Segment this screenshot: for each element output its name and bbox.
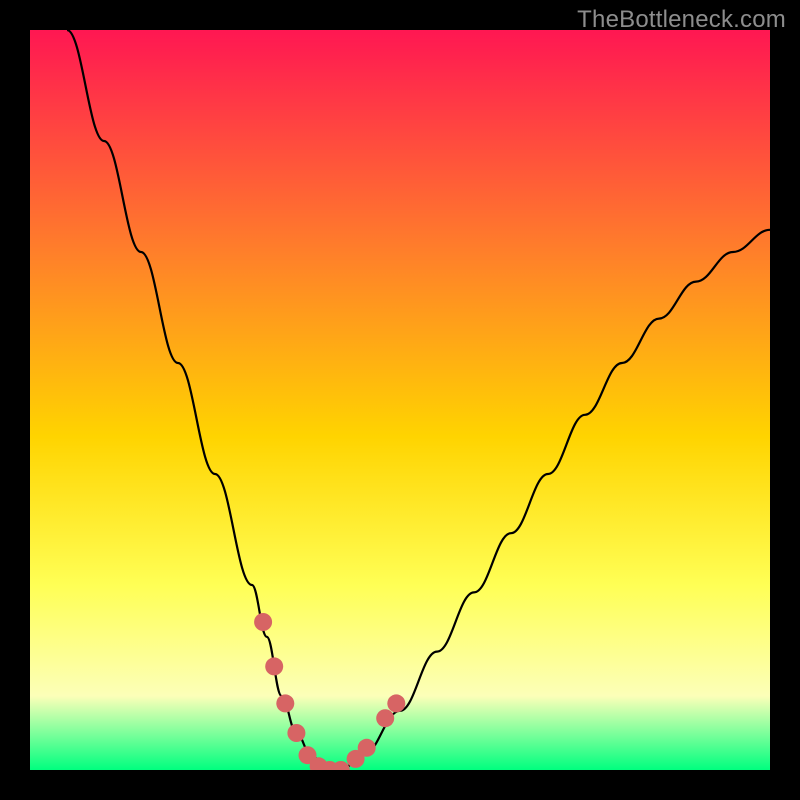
- watermark-text: TheBottleneck.com: [577, 6, 786, 34]
- chart-frame: [0, 0, 800, 800]
